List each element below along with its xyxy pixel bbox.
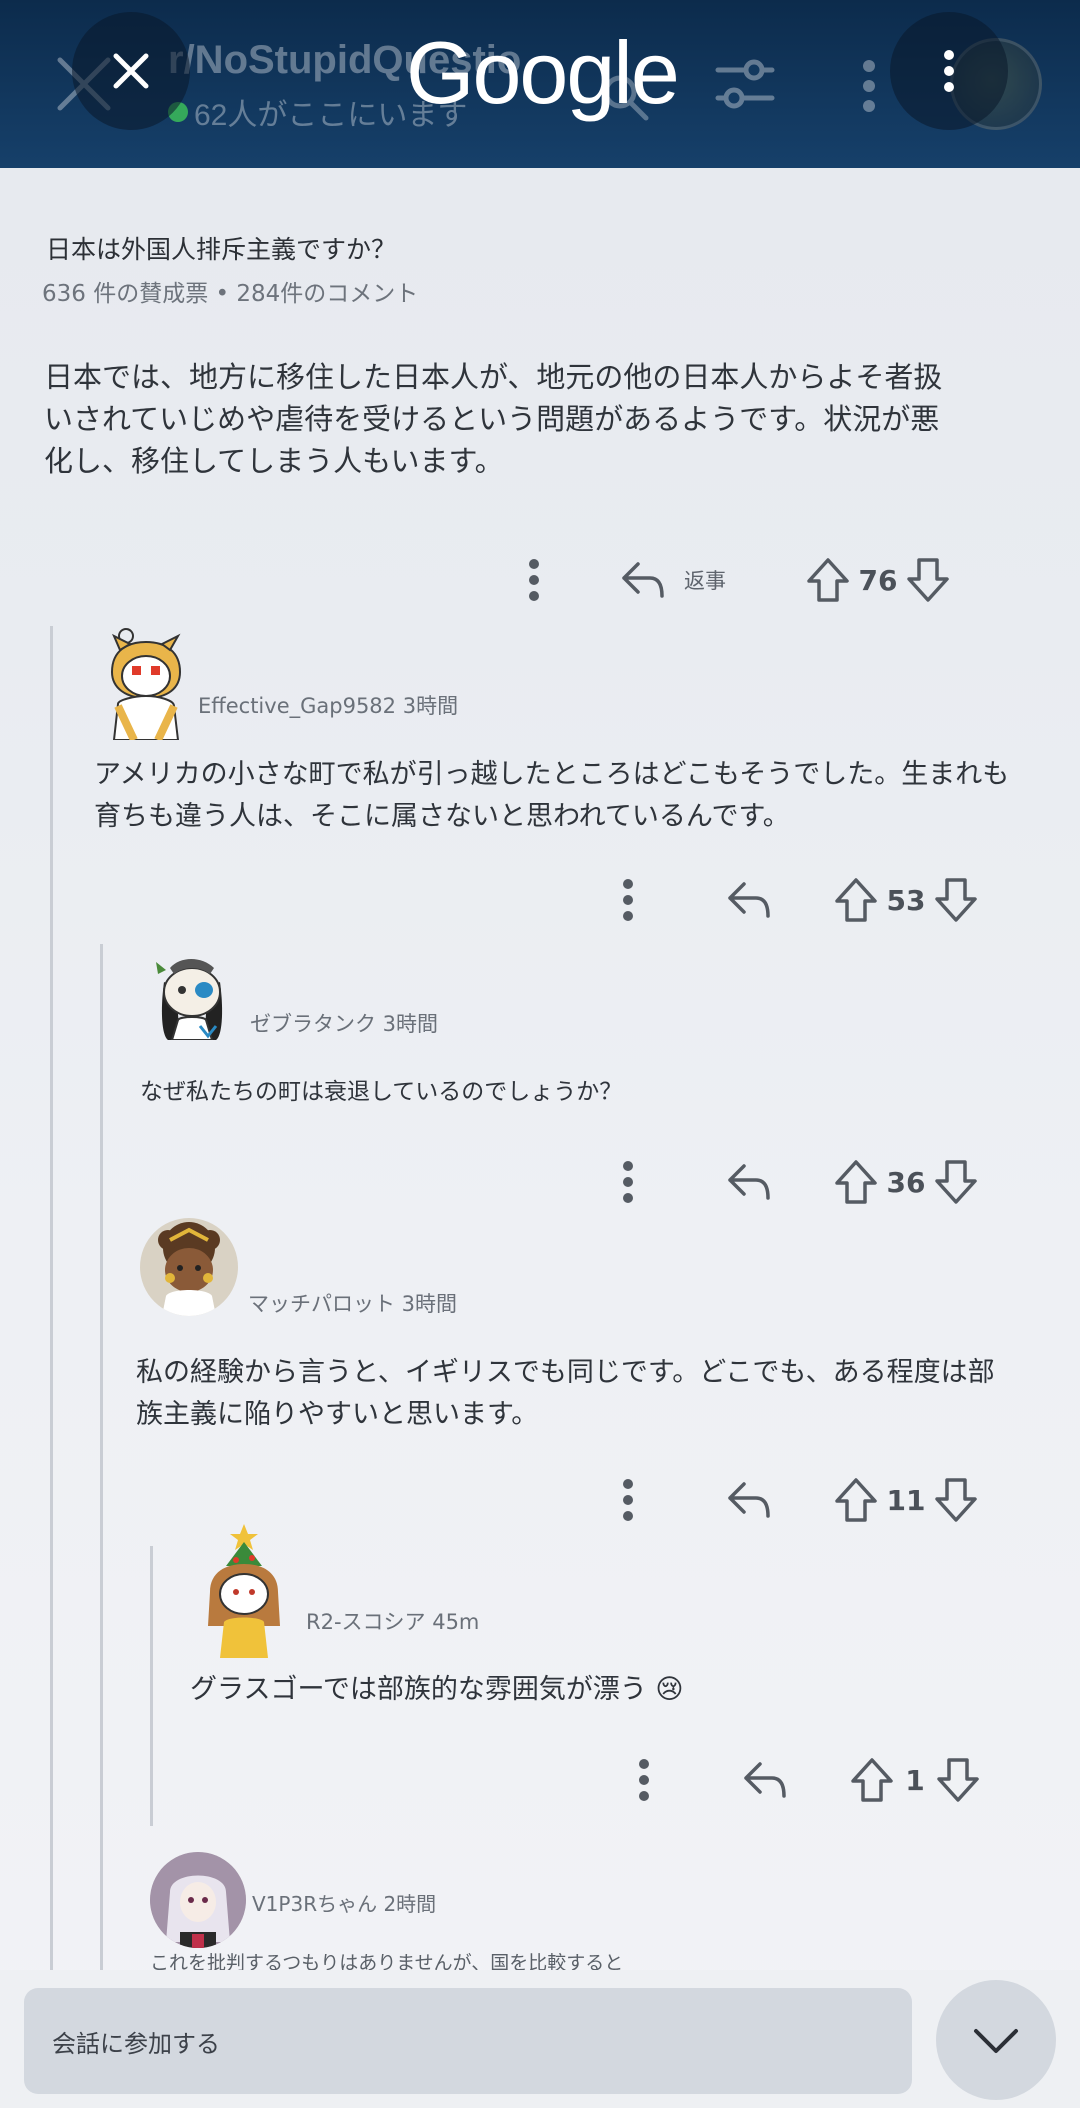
downvote-icon[interactable]	[936, 1757, 980, 1803]
post-vote: 76	[806, 557, 950, 603]
snoo-tiger-avatar-icon	[110, 628, 182, 742]
comment-vote-count: 1	[905, 1763, 925, 1797]
downvote-icon[interactable]	[906, 557, 950, 603]
thread-line-level-1	[50, 626, 53, 1970]
comment-more-button[interactable]	[634, 1756, 654, 1804]
avatar[interactable]	[196, 1522, 292, 1658]
reply-icon	[622, 562, 664, 598]
comment-vote-count: 53	[886, 883, 926, 917]
post-actions: 返事 76	[524, 552, 950, 608]
post-meta: 636 件の賛成票 • 284件のコメント	[42, 281, 419, 307]
upvote-icon[interactable]	[806, 557, 850, 603]
comment-username[interactable]: Effective_Gap9582 3時間	[198, 690, 458, 720]
comment-vote: 36	[834, 1159, 978, 1205]
more-options-button[interactable]	[890, 12, 1008, 130]
ghost-filter-icon	[715, 59, 775, 109]
comment-vote: 11	[834, 1477, 978, 1523]
post-reply-button[interactable]: 返事	[620, 554, 726, 606]
comment-vote-count: 36	[886, 1165, 926, 1199]
ghost-more-icon	[863, 60, 875, 112]
more-vertical-icon	[944, 50, 954, 92]
upvote-icon[interactable]	[834, 1159, 878, 1205]
downvote-icon[interactable]	[934, 1159, 978, 1205]
reply-icon	[744, 1762, 786, 1798]
comment-username[interactable]: V1P3Rちゃん 2時間	[252, 1888, 436, 1917]
google-logo: Google	[406, 23, 680, 122]
more-vertical-icon	[639, 1759, 649, 1801]
comment-reply-button[interactable]	[726, 1156, 772, 1208]
reply-icon	[728, 1164, 770, 1200]
more-vertical-icon	[623, 879, 633, 921]
comment-more-button[interactable]	[618, 1476, 638, 1524]
reply-icon	[728, 882, 770, 918]
upvote-icon[interactable]	[834, 1477, 878, 1523]
anime-girl-avatar-icon	[150, 1852, 246, 1948]
chevron-down-icon	[974, 2029, 1018, 2053]
reply-icon	[728, 1482, 770, 1518]
thread-line-level-2	[100, 944, 103, 1970]
comment-text: なぜ私たちの町は衰退しているのでしょうか？	[140, 1079, 623, 1105]
more-vertical-icon	[623, 1161, 633, 1203]
comment-vote: 53	[834, 877, 978, 923]
comment-actions: 11	[618, 1472, 978, 1528]
avatar[interactable]	[104, 626, 186, 742]
avatar[interactable]	[140, 1218, 238, 1316]
comment-actions: 36	[618, 1154, 978, 1210]
comment-reply-button[interactable]	[726, 874, 772, 926]
post-more-button[interactable]	[524, 556, 544, 604]
close-button[interactable]	[72, 12, 190, 130]
comment-text: 私の経験から言うと、イギリスでも同じです。どこでも、ある程度は部族主義に陥りやす…	[136, 1357, 995, 1430]
comment-username[interactable]: マッチパロット 3時間	[248, 1288, 457, 1318]
close-icon	[113, 53, 149, 89]
comment-username[interactable]: R2-スコシア 45m	[306, 1606, 479, 1636]
comment-vote: 1	[850, 1757, 980, 1803]
comment-more-button[interactable]	[618, 876, 638, 924]
avatar[interactable]	[150, 952, 234, 1041]
collapse-button[interactable]	[936, 1980, 1056, 2100]
comment-reply-button[interactable]	[742, 1754, 788, 1806]
post-vote-count: 76	[858, 563, 898, 597]
downvote-icon[interactable]	[934, 1477, 978, 1523]
thread-line-level-3	[150, 1546, 153, 1826]
top-bar: r/NoStupidQuestio 62人がここにいます Google	[0, 0, 1080, 168]
comment-text: アメリカの小さな町で私が引っ越したところはどこもそうでした。生まれも育ちも違う人…	[94, 759, 1010, 832]
post-body: 日本では、地方に移住した日本人が、地元の他の日本人からよそ者扱いされていじめや虐…	[44, 360, 943, 478]
comment-text: グラスゴーでは部族的な雰囲気が漂う 😢	[190, 1674, 684, 1705]
more-vertical-icon	[623, 1479, 633, 1521]
comment-more-button[interactable]	[618, 1158, 638, 1206]
comment-vote-count: 11	[886, 1483, 926, 1517]
comment-username[interactable]: ゼブラタンク 3時間	[250, 1008, 438, 1038]
comment-actions: 1	[634, 1752, 980, 1808]
comment-reply-button[interactable]	[726, 1474, 772, 1526]
reply-label: 返事	[684, 569, 726, 593]
snoo-panda-avatar-icon	[156, 959, 223, 1041]
more-vertical-icon	[529, 559, 539, 601]
avatar[interactable]	[150, 1852, 246, 1948]
upvote-icon[interactable]	[834, 877, 878, 923]
downvote-icon[interactable]	[934, 877, 978, 923]
upvote-icon[interactable]	[850, 1757, 894, 1803]
join-conversation-input[interactable]: 会話に参加する	[24, 1988, 912, 2094]
snoo-gold-crown-avatar-icon	[158, 1222, 220, 1316]
post-title: 日本は外国人排斥主義ですか？	[46, 235, 397, 264]
comment-actions: 53	[618, 872, 978, 928]
snoo-festive-avatar-icon	[208, 1524, 280, 1658]
